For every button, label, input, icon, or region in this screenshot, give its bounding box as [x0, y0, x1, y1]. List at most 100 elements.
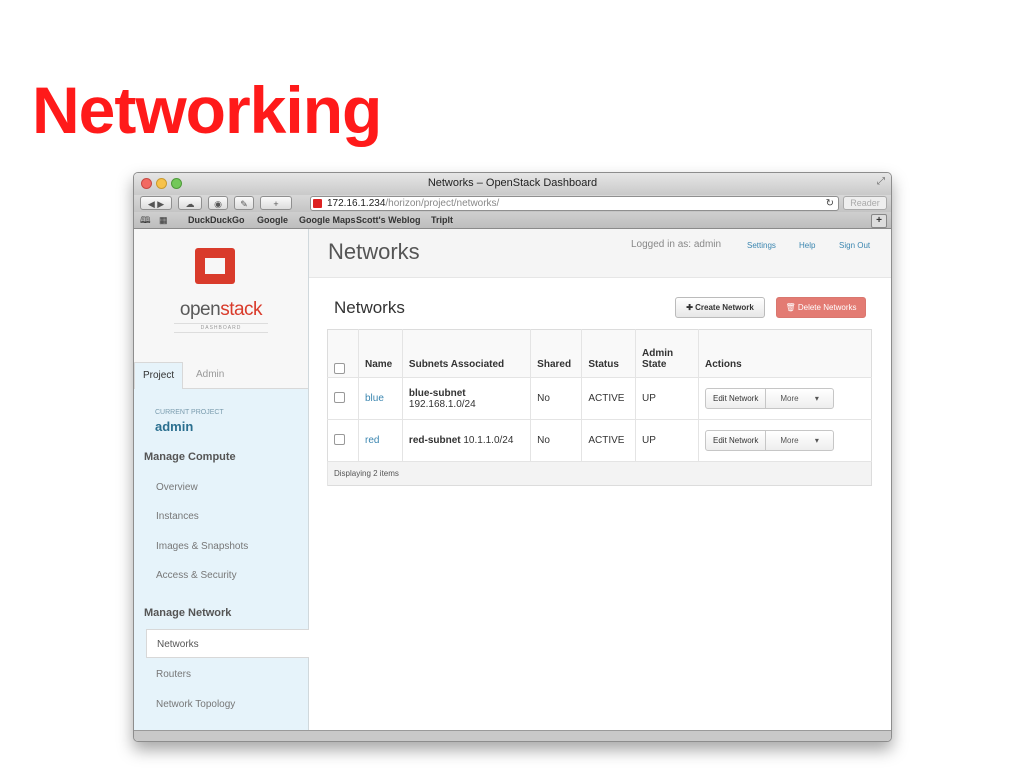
logo-subtitle: DASHBOARD [174, 323, 268, 333]
sidebar-item-overview[interactable]: Overview [156, 482, 198, 493]
table-footer-row: Displaying 2 items [327, 461, 872, 486]
column-header-subnets[interactable]: Subnets Associated [401, 329, 531, 378]
plus-icon: ✚ [686, 303, 696, 312]
table-item-count: Displaying 2 items [327, 461, 872, 486]
sidebar-tabs: Project Admin [134, 362, 308, 389]
current-project-name[interactable]: admin [155, 419, 193, 434]
logo-suffix: stack [220, 299, 263, 320]
network-name-cell: red [358, 419, 403, 462]
more-dropdown[interactable]: More ▾ [765, 431, 832, 450]
page-content: openstack DASHBOARD Project Admin CURREN… [134, 229, 891, 731]
delete-networks-label: Delete Networks [797, 303, 857, 312]
manage-compute-heading: Manage Compute [144, 451, 236, 463]
row-select-cell [327, 419, 359, 462]
url-path: /horizon/project/networks/ [385, 198, 500, 209]
add-bookmark-button[interactable]: + [260, 196, 292, 210]
column-header-status[interactable]: Status [581, 329, 636, 378]
edit-network-button[interactable]: Edit Network [706, 431, 765, 450]
fullscreen-icon[interactable]: ⤢ [877, 176, 885, 187]
more-label: More [780, 394, 799, 403]
cloud-icon[interactable]: ☁ [178, 196, 202, 210]
subnet-name: blue-subnet [408, 387, 466, 399]
chevron-down-icon: ▾ [814, 436, 819, 445]
book-icon[interactable]: 🕮 [140, 212, 151, 228]
bookmark-duckduckgo[interactable]: DuckDuckGo [188, 212, 245, 228]
select-all-checkbox[interactable] [334, 363, 345, 374]
address-bar[interactable]: 172.16.1.234/horizon/project/networks/ ↻ [310, 196, 839, 211]
action-button-group: Edit Network More ▾ [705, 430, 834, 451]
sidebar-item-instances[interactable]: Instances [156, 511, 199, 522]
admin-state-cell: UP [635, 377, 699, 420]
select-all-cell [327, 329, 359, 378]
table-title: Networks [334, 298, 405, 317]
bookmark-google[interactable]: Google [257, 212, 288, 228]
bookmarks-bar: 🕮 ▦ DuckDuckGo Google Google Maps Scott'… [134, 212, 891, 229]
subnet-cidr: 192.168.1.0/24 [408, 398, 476, 410]
tab-project[interactable]: Project [134, 362, 184, 389]
table-row: red red-subnet 10.1.1.0/24 No ACTIVE UP … [327, 419, 872, 462]
column-header-actions: Actions [698, 329, 872, 378]
current-project-label: CURRENT PROJECT [155, 409, 224, 416]
manage-network-heading: Manage Network [144, 607, 232, 619]
subnets-cell: red-subnet 10.1.1.0/24 [401, 419, 531, 462]
bookmark-google-maps[interactable]: Google Maps [299, 212, 356, 228]
wrench-icon[interactable]: ✎ [234, 196, 254, 210]
sidebar-item-images-snapshots[interactable]: Images & Snapshots [156, 541, 248, 552]
actions-cell: Edit Network More ▾ [698, 419, 872, 462]
column-header-name[interactable]: Name [358, 329, 403, 378]
row-select-cell [327, 377, 359, 420]
table-header-row: Name Subnets Associated Shared Status Ad… [327, 329, 872, 378]
status-cell: ACTIVE [581, 419, 636, 462]
delete-networks-button[interactable]: 🗑 Delete Networks [776, 297, 866, 318]
more-dropdown[interactable]: More ▾ [765, 389, 832, 408]
logged-in-user: Logged in as: admin [631, 239, 722, 250]
bookmark-scotts-weblog[interactable]: Scott's Weblog [356, 212, 420, 228]
back-forward-buttons[interactable]: ◀ ▶ [140, 196, 172, 210]
grid-icon[interactable]: ▦ [159, 212, 168, 228]
subnets-cell: blue-subnet 192.168.1.0/24 [401, 377, 531, 420]
more-label: More [780, 436, 799, 445]
chevron-down-icon: ▾ [814, 394, 819, 403]
network-name-link[interactable]: blue [365, 393, 384, 404]
page-header: Networks Logged in as: admin Settings He… [309, 229, 891, 278]
subnet-cidr: 10.1.1.0/24 [463, 435, 514, 446]
row-checkbox[interactable] [334, 391, 345, 403]
admin-state-cell: UP [635, 419, 699, 462]
sign-out-link[interactable]: Sign Out [839, 241, 870, 250]
pocket-icon[interactable]: ◉ [208, 196, 228, 210]
sidebar-item-network-topology[interactable]: Network Topology [156, 699, 235, 710]
browser-statusbar [134, 730, 891, 741]
window-title: Networks – OpenStack Dashboard [427, 177, 598, 189]
url-host: 172.16.1.234 [327, 198, 386, 209]
tab-admin[interactable]: Admin [188, 362, 232, 388]
create-network-button[interactable]: ✚ Create Network [675, 297, 765, 318]
networks-table: Name Subnets Associated Shared Status Ad… [327, 329, 872, 486]
logo-area: openstack DASHBOARD [134, 229, 308, 372]
edit-network-button[interactable]: Edit Network [706, 389, 765, 408]
help-link[interactable]: Help [799, 241, 815, 250]
row-checkbox[interactable] [334, 433, 345, 445]
create-network-label: Create Network [695, 303, 754, 312]
logo-text: openstack [134, 299, 308, 321]
actions-cell: Edit Network More ▾ [698, 377, 872, 420]
shared-cell: No [530, 419, 582, 462]
reader-button[interactable]: Reader [843, 196, 887, 210]
sidebar-item-routers[interactable]: Routers [156, 669, 191, 680]
sidebar-item-access-security[interactable]: Access & Security [156, 570, 237, 581]
logo-prefix: open [179, 299, 221, 320]
slide-title: Networking [32, 73, 382, 147]
shared-cell: No [530, 377, 582, 420]
column-header-admin-state[interactable]: Admin State [635, 329, 699, 378]
column-header-shared[interactable]: Shared [530, 329, 582, 378]
main-panel: Networks Logged in as: admin Settings He… [309, 229, 891, 731]
bookmark-triplt[interactable]: Triplt [431, 212, 453, 228]
settings-link[interactable]: Settings [747, 241, 776, 250]
add-tab-icon[interactable]: + [871, 214, 887, 228]
network-name-link[interactable]: red [365, 435, 379, 446]
network-name-cell: blue [358, 377, 403, 420]
sidebar-item-networks[interactable]: Networks [146, 629, 309, 658]
table-row: blue blue-subnet 192.168.1.0/24 No ACTIVE… [327, 377, 872, 420]
reload-icon[interactable]: ↻ [826, 197, 834, 210]
trash-icon: 🗑 [785, 303, 798, 312]
favicon-icon [313, 199, 322, 208]
